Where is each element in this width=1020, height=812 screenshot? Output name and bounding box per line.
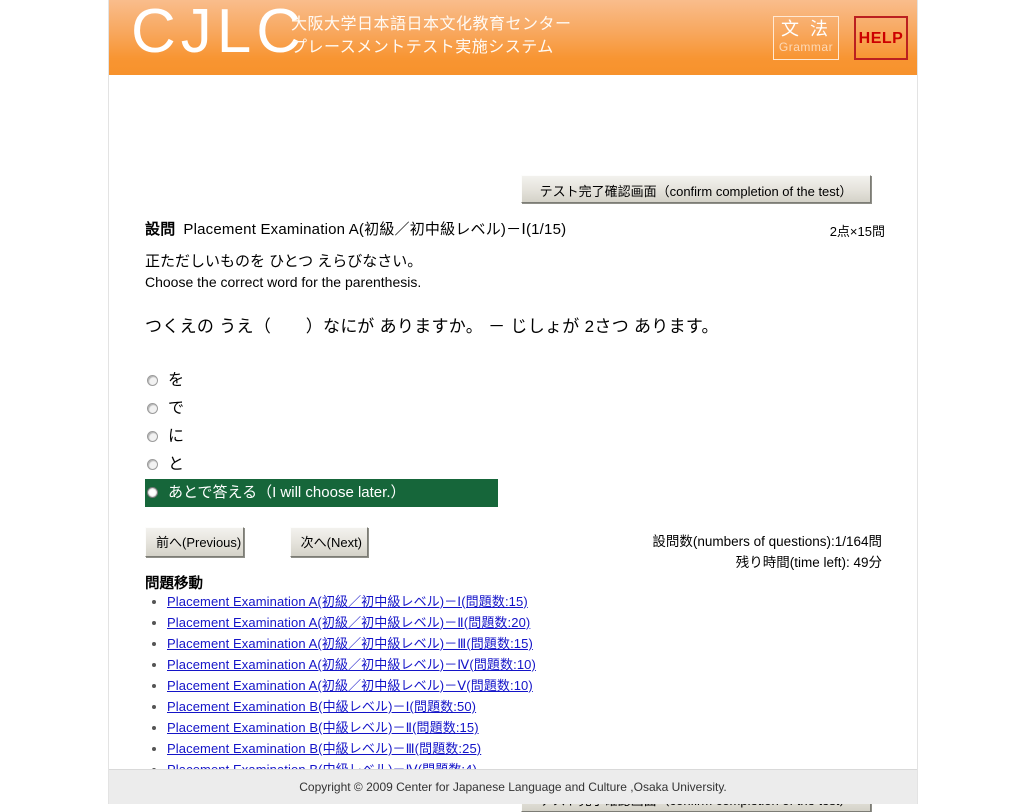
site-header-banner: CJLC 大阪大学日本語日本文化教育センター プレースメントテスト実施システム … [109,0,917,75]
grammar-label-jp: 文 法 [780,19,831,39]
help-button[interactable]: HELP [854,16,908,60]
list-item: Placement Examination A(初級／初中級レベル)－Ⅲ(問題数… [167,633,536,654]
jump-section-heading: 問題移動 [145,576,203,592]
instruction-english: Choose the correct word for the parenthe… [145,274,422,290]
list-item: Placement Examination A(初級／初中級レベル)－Ⅳ(問題数… [167,654,536,675]
radio-button-icon[interactable] [147,458,158,470]
radio-button-icon[interactable] [147,430,158,442]
grammar-button[interactable]: 文 法 Grammar [773,16,839,60]
list-item: Placement Examination B(中級レベル)－Ⅱ(問題数:15) [167,717,536,738]
right-gutter [918,0,1020,804]
list-item: Placement Examination A(初級／初中級レベル)－Ⅴ(問題数… [167,675,536,696]
jump-links-list: Placement Examination A(初級／初中級レベル)－Ⅰ(問題数… [145,591,536,780]
jump-link[interactable]: Placement Examination A(初級／初中級レベル)－Ⅳ(問題数… [167,657,536,672]
jump-link[interactable]: Placement Examination A(初級／初中級レベル)－Ⅰ(問題数… [167,594,528,609]
answer-option-1[interactable]: を [145,367,505,395]
answer-option-label: と [168,456,185,473]
navigation-buttons: 前へ(Previous) 次へ(Next) [145,527,368,557]
time-left-status: 残り時間(time left): 49分 [735,555,882,570]
question-title: 設問 Placement Examination A(初級／初中級レベル)－Ⅰ(1… [145,218,566,239]
jump-link[interactable]: Placement Examination B(中級レベル)－Ⅰ(問題数:50) [167,699,476,714]
radio-button-icon[interactable] [147,374,158,386]
answer-option-4[interactable]: と [145,451,505,479]
question-count-status: 設問数(numbers of questions):1/164問 [652,534,882,549]
jump-link[interactable]: Placement Examination A(初級／初中級レベル)－Ⅴ(問題数… [167,678,533,693]
grammar-label-en: Grammar [778,40,834,54]
instructions: 正ただしいものを ひとつ えらびなさい。 Choose the correct … [145,251,845,293]
confirm-completion-top-area: テスト完了確認画面（confirm completion of the test… [521,175,871,203]
instruction-japanese: 正ただしいものを ひとつ えらびなさい。 [145,253,423,270]
question-points: 2点×15問 [829,224,885,239]
question-sentence: つくえの うえ（ ）なにが ありますか。 － じしょが 2さつ あります。 [145,317,719,336]
list-item: Placement Examination A(初級／初中級レベル)－Ⅱ(問題数… [167,612,536,633]
main-content: テスト完了確認画面（confirm completion of the test… [109,75,917,812]
banner-subtitle-line1: 大阪大学日本語日本文化教育センター [291,16,572,33]
jump-link[interactable]: Placement Examination B(中級レベル)－Ⅱ(問題数:15) [167,720,479,735]
radio-button-icon-selected[interactable] [147,486,158,498]
jump-link[interactable]: Placement Examination B(中級レベル)－Ⅲ(問題数:25) [167,741,481,756]
answer-option-label: で [168,400,185,417]
answer-option-2[interactable]: で [145,395,505,423]
radio-button-icon[interactable] [147,402,158,414]
question-header: 設問 Placement Examination A(初級／初中級レベル)－Ⅰ(1… [145,218,885,240]
answer-options-list: を で に と あとで答える（I will choose later.） [145,367,505,507]
next-button[interactable]: 次へ(Next) [289,527,368,557]
left-gutter [0,0,108,804]
jump-link[interactable]: Placement Examination A(初級／初中級レベル)－Ⅱ(問題数… [167,615,530,630]
cjlc-logo: CJLC [131,0,307,66]
copyright-text: Copyright © 2009 Center for Japanese Lan… [299,780,727,794]
confirm-completion-button-top[interactable]: テスト完了確認画面（confirm completion of the test… [521,175,871,203]
list-item: Placement Examination A(初級／初中級レベル)－Ⅰ(問題数… [167,591,536,612]
previous-button[interactable]: 前へ(Previous) [145,527,244,557]
list-item: Placement Examination B(中級レベル)－Ⅲ(問題数:25) [167,738,536,759]
banner-subtitle-line2: プレースメントテスト実施システム [291,39,554,56]
banner-subtitle: 大阪大学日本語日本文化教育センター プレースメントテスト実施システム [291,13,572,59]
answer-option-label: を [168,372,185,389]
answer-option-label: に [168,428,185,445]
page-footer: Copyright © 2009 Center for Japanese Lan… [109,769,917,804]
answer-option-label: あとで答える（I will choose later.） [168,484,406,502]
question-label: 設問 [145,221,176,238]
answer-option-5-choose-later[interactable]: あとで答える（I will choose later.） [145,479,498,507]
answer-option-3[interactable]: に [145,423,505,451]
page-container: CJLC 大阪大学日本語日本文化教育センター プレースメントテスト実施システム … [108,0,918,812]
jump-link[interactable]: Placement Examination A(初級／初中級レベル)－Ⅲ(問題数… [167,636,533,651]
status-counters: 設問数(numbers of questions):1/164問 残り時間(ti… [652,531,882,573]
question-title-text: Placement Examination A(初級／初中級レベル)－Ⅰ(1/1… [183,221,567,238]
list-item: Placement Examination B(中級レベル)－Ⅰ(問題数:50) [167,696,536,717]
